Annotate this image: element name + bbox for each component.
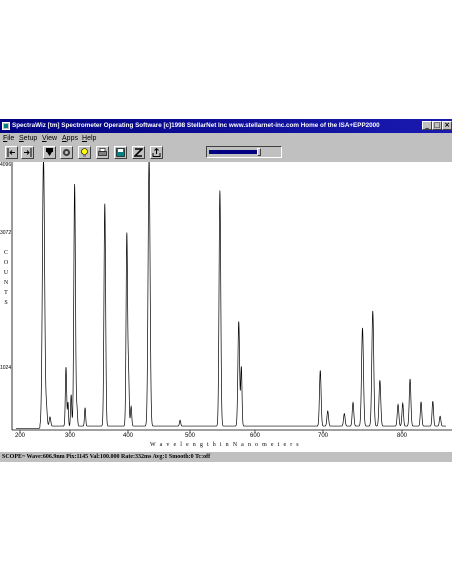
ylabel-n: N: [3, 280, 9, 286]
ylabel-o: O: [3, 260, 9, 266]
slider-thumb[interactable]: [256, 148, 261, 156]
menu-apps[interactable]: Apps: [62, 133, 78, 144]
ylabel-s: S: [4, 300, 8, 306]
ylabel-u: U: [3, 270, 9, 276]
close-button[interactable]: ×: [442, 121, 452, 130]
xtick-500: 500: [184, 433, 196, 439]
xtick-700: 700: [317, 433, 329, 439]
status-bar: SCOPE~ Wave:606.9nm Pix:1145 Val:100.000…: [0, 452, 452, 462]
spectrum-line: [16, 161, 446, 429]
menu-view[interactable]: View: [42, 133, 57, 144]
ylabel-c: C: [3, 250, 8, 256]
acquisition-slider[interactable]: [206, 146, 282, 158]
record-icon[interactable]: [60, 146, 73, 159]
zoom-z-icon[interactable]: [132, 146, 145, 159]
ylabel-t: T: [4, 290, 8, 296]
ytick-1024: 1024: [0, 365, 12, 371]
minimize-button[interactable]: _: [422, 121, 432, 130]
title-bar[interactable]: SpectraWiz [tm] Spectrometer Operating S…: [0, 119, 452, 133]
menu-file[interactable]: File: [3, 133, 14, 144]
ytick-3072: 3072: [0, 230, 12, 236]
left-marker-icon[interactable]: [5, 146, 18, 159]
x-axis-label: W a v e l e n g t h i n N a n o m e t e …: [150, 442, 300, 448]
window-title: SpectraWiz [tm] Spectrometer Operating S…: [12, 122, 380, 129]
ytick-4096: 4096: [0, 162, 12, 168]
spectrawiz-window: SpectraWiz [tm] Spectrometer Operating S…: [0, 119, 452, 462]
xtick-400: 400: [122, 433, 134, 439]
xtick-200: 200: [14, 433, 26, 439]
menu-setup[interactable]: Setup: [19, 133, 37, 144]
disk-icon[interactable]: [114, 146, 127, 159]
menu-bar: File Setup View Apps Help: [0, 133, 452, 144]
spectrum-plot[interactable]: 4096 3072 1024 C O U N T S 200 300 400 5…: [0, 161, 452, 452]
right-marker-icon[interactable]: [21, 146, 34, 159]
maximize-button[interactable]: □: [432, 121, 442, 130]
slider-fill: [209, 150, 257, 154]
spectrum-chart[interactable]: [0, 161, 452, 452]
download-icon[interactable]: [43, 146, 56, 159]
xtick-300: 300: [64, 433, 76, 439]
app-icon[interactable]: [2, 122, 10, 130]
menu-help[interactable]: Help: [82, 133, 96, 144]
export-icon[interactable]: [150, 146, 163, 159]
xtick-600: 600: [249, 433, 261, 439]
printer-icon[interactable]: [96, 146, 109, 159]
lightbulb-icon[interactable]: [78, 146, 91, 159]
xtick-800: 800: [396, 433, 408, 439]
